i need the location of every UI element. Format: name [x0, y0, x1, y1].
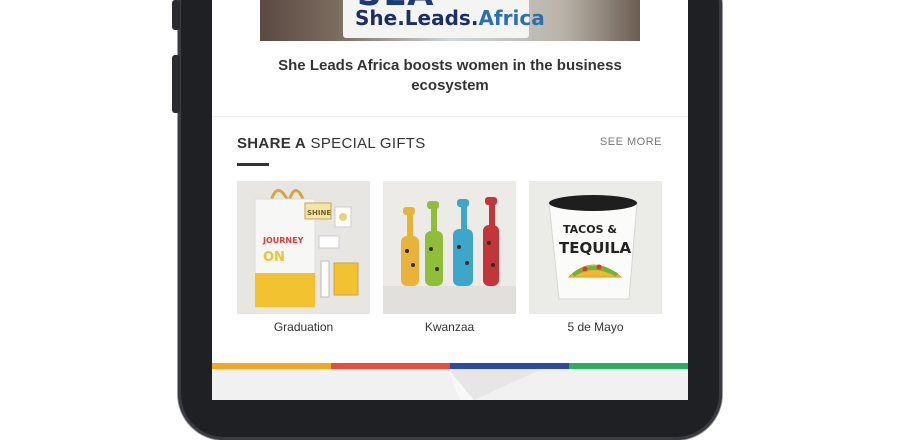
phone-volume-button — [172, 55, 180, 113]
see-more-link[interactable]: SEE MORE — [600, 136, 662, 148]
kwanzaa-image — [383, 181, 516, 314]
hero-sign: SLA She.Leads.Africa — [343, 0, 545, 38]
graduation-image: JOURNEY ON SHINE — [237, 181, 370, 314]
cup-text-tacos: TACOS & — [563, 223, 617, 236]
gift-label-graduation[interactable]: Graduation — [237, 320, 370, 334]
hero-brand-text: She.Leads.Africa — [355, 6, 545, 30]
bag-text-on: ON — [263, 250, 285, 265]
gift-label-kwanzaa[interactable]: Kwanzaa — [383, 320, 516, 334]
shine-sign-text: SHINE — [307, 209, 331, 217]
bag-text-journey: JOURNEY — [262, 236, 304, 245]
gift-card-graduation[interactable]: JOURNEY ON SHINE — [237, 181, 370, 314]
section-title-underline — [237, 163, 269, 166]
phone-side-button — [172, 0, 180, 30]
section-title: SHARE A SPECIAL GIFTS — [237, 135, 426, 152]
footer-panel — [212, 369, 688, 400]
section-divider — [212, 116, 688, 117]
5-de-mayo-image: TACOS & TEQUILA — [529, 181, 662, 314]
article-headline[interactable]: She Leads Africa boosts women in the bus… — [272, 56, 628, 96]
gift-label-5-de-mayo[interactable]: 5 de Mayo — [529, 320, 662, 334]
footer-pattern — [448, 369, 542, 400]
gift-card-5-de-mayo[interactable]: TACOS & TEQUILA — [529, 181, 662, 314]
gift-card-kwanzaa[interactable] — [383, 181, 516, 314]
hero-image[interactable]: SLA She.Leads.Africa — [260, 0, 640, 41]
app-screen: SLA She.Leads.Africa She Leads Africa bo… — [212, 0, 688, 400]
cup-text-tequila: TEQUILA — [559, 239, 632, 257]
